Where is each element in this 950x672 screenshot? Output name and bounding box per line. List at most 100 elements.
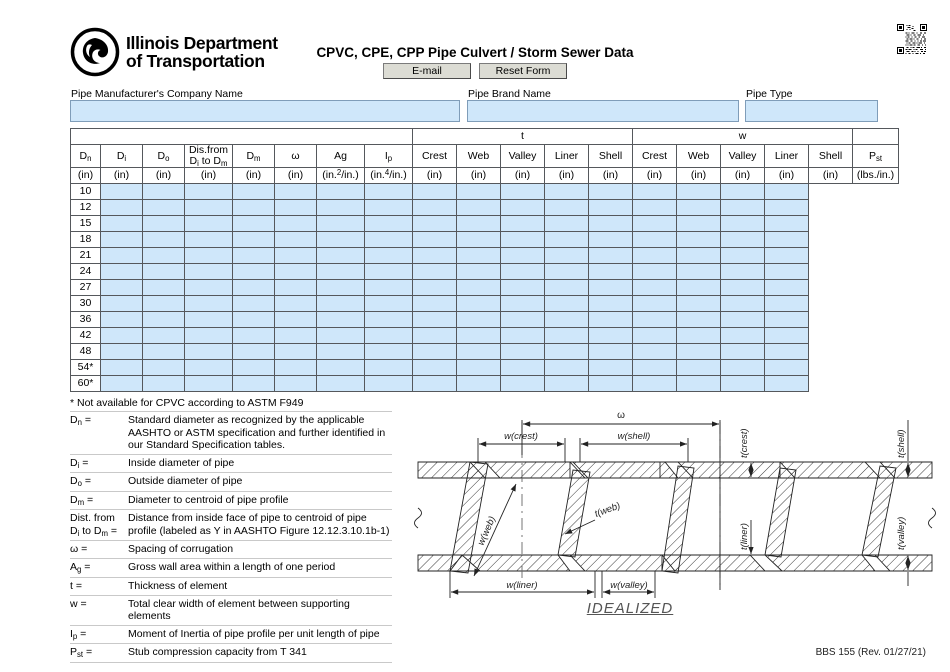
table-input-cell[interactable] [720,295,766,312]
table-input-cell[interactable] [316,199,365,216]
table-input-cell[interactable] [764,183,810,200]
table-input-cell[interactable] [587,263,634,280]
table-input-cell[interactable] [720,263,766,280]
table-input-cell[interactable] [764,263,810,280]
table-input-cell[interactable] [184,231,233,248]
table-input-cell[interactable] [184,263,233,280]
table-input-cell[interactable] [364,199,413,216]
table-input-cell[interactable] [500,183,545,200]
table-input-cell[interactable] [587,295,634,312]
table-input-cell[interactable] [632,231,678,248]
table-input-cell[interactable] [764,231,810,248]
table-input-cell[interactable] [232,199,275,216]
table-input-cell[interactable] [676,279,722,296]
table-input-cell[interactable] [232,311,275,328]
table-input-cell[interactable] [587,199,634,216]
table-input-cell[interactable] [274,327,317,344]
manufacturer-input[interactable] [70,100,460,122]
table-input-cell[interactable] [274,279,317,296]
table-input-cell[interactable] [100,247,143,264]
table-input-cell[interactable] [587,359,634,376]
email-button[interactable]: E-mail [383,63,471,79]
table-input-cell[interactable] [587,343,634,360]
table-input-cell[interactable] [676,311,722,328]
table-input-cell[interactable] [456,199,501,216]
table-input-cell[interactable] [142,311,185,328]
table-input-cell[interactable] [544,343,589,360]
table-input-cell[interactable] [456,183,501,200]
table-input-cell[interactable] [274,295,317,312]
table-input-cell[interactable] [632,247,678,264]
table-input-cell[interactable] [500,359,545,376]
table-input-cell[interactable] [142,359,185,376]
table-input-cell[interactable] [500,263,545,280]
table-input-cell[interactable] [544,263,589,280]
table-input-cell[interactable] [232,183,275,200]
table-input-cell[interactable] [632,183,678,200]
table-input-cell[interactable] [412,375,457,392]
type-input[interactable] [745,100,878,122]
table-input-cell[interactable] [184,311,233,328]
table-input-cell[interactable] [142,215,185,232]
table-input-cell[interactable] [676,183,722,200]
table-input-cell[interactable] [764,375,810,392]
table-input-cell[interactable] [676,375,722,392]
table-input-cell[interactable] [544,231,589,248]
table-input-cell[interactable] [544,183,589,200]
table-input-cell[interactable] [232,247,275,264]
table-input-cell[interactable] [500,295,545,312]
table-input-cell[interactable] [184,199,233,216]
table-input-cell[interactable] [676,215,722,232]
table-input-cell[interactable] [500,199,545,216]
table-input-cell[interactable] [632,215,678,232]
table-input-cell[interactable] [720,359,766,376]
table-input-cell[interactable] [544,295,589,312]
reset-form-button[interactable]: Reset Form [479,63,567,79]
table-input-cell[interactable] [316,215,365,232]
table-input-cell[interactable] [274,375,317,392]
table-input-cell[interactable] [100,183,143,200]
table-input-cell[interactable] [456,295,501,312]
table-input-cell[interactable] [720,279,766,296]
table-input-cell[interactable] [544,279,589,296]
table-input-cell[interactable] [316,183,365,200]
table-input-cell[interactable] [232,215,275,232]
table-input-cell[interactable] [100,359,143,376]
table-input-cell[interactable] [720,199,766,216]
table-input-cell[interactable] [232,375,275,392]
table-input-cell[interactable] [274,263,317,280]
table-input-cell[interactable] [184,359,233,376]
table-input-cell[interactable] [632,359,678,376]
table-input-cell[interactable] [632,263,678,280]
table-input-cell[interactable] [316,247,365,264]
table-input-cell[interactable] [587,231,634,248]
table-input-cell[interactable] [456,247,501,264]
table-input-cell[interactable] [412,215,457,232]
table-input-cell[interactable] [232,295,275,312]
table-input-cell[interactable] [412,311,457,328]
table-input-cell[interactable] [184,247,233,264]
table-input-cell[interactable] [676,343,722,360]
table-input-cell[interactable] [364,263,413,280]
table-input-cell[interactable] [316,327,365,344]
table-input-cell[interactable] [500,279,545,296]
table-input-cell[interactable] [720,327,766,344]
table-input-cell[interactable] [764,343,810,360]
table-input-cell[interactable] [632,279,678,296]
table-input-cell[interactable] [632,375,678,392]
table-input-cell[interactable] [142,375,185,392]
table-input-cell[interactable] [412,343,457,360]
table-input-cell[interactable] [274,215,317,232]
table-input-cell[interactable] [142,183,185,200]
table-input-cell[interactable] [587,375,634,392]
table-input-cell[interactable] [632,311,678,328]
table-input-cell[interactable] [412,263,457,280]
table-input-cell[interactable] [456,231,501,248]
table-input-cell[interactable] [632,199,678,216]
table-input-cell[interactable] [456,263,501,280]
table-input-cell[interactable] [544,199,589,216]
table-input-cell[interactable] [676,199,722,216]
table-input-cell[interactable] [412,231,457,248]
table-input-cell[interactable] [364,295,413,312]
table-input-cell[interactable] [364,327,413,344]
